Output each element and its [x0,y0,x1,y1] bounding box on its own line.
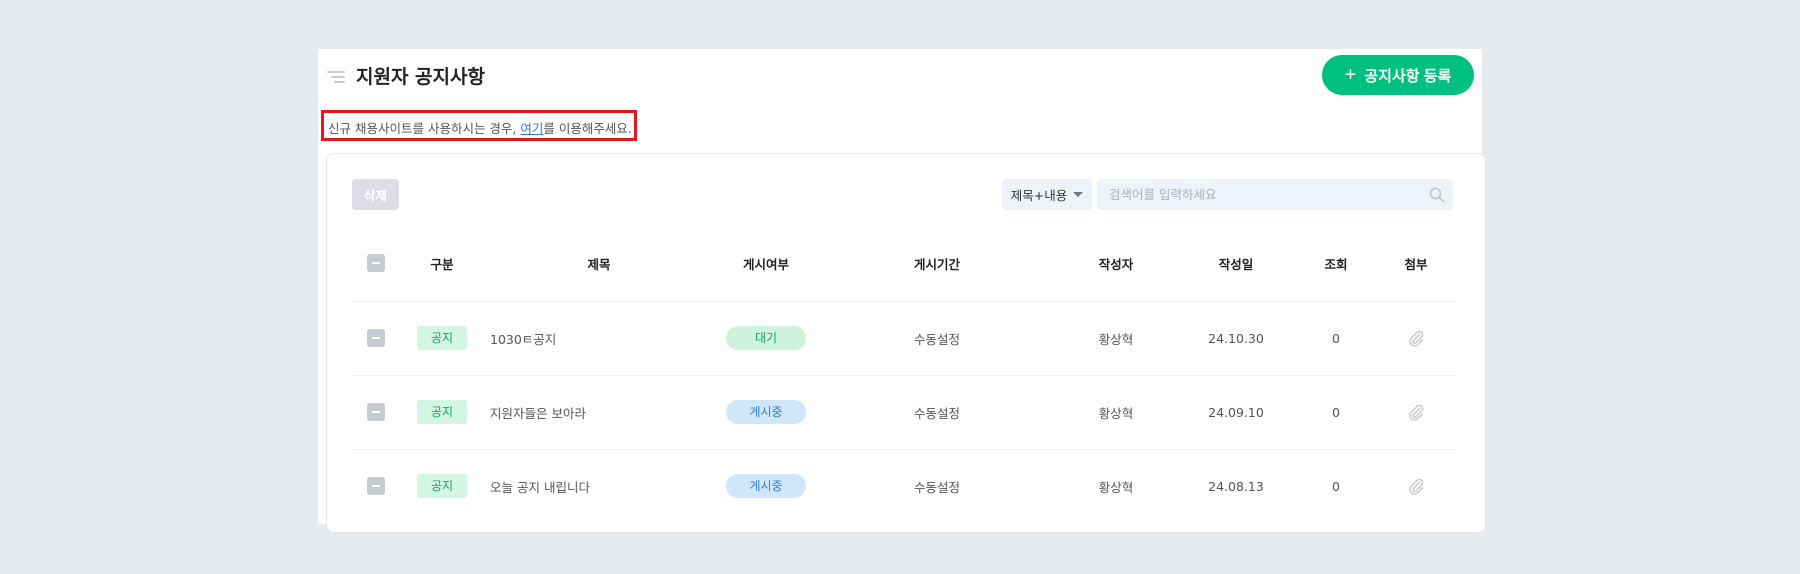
paperclip-icon[interactable] [1407,403,1425,421]
add-notice-button[interactable]: + 공지사항 등록 [1322,55,1474,95]
row-author: 황상혁 [1056,375,1176,450]
notice-table: 구분 제목 게시여부 게시기간 작성자 작성일 조회 첨부 공지 1030ㅌ공지… [352,226,1456,523]
row-checkbox[interactable] [367,403,385,421]
search-filter-select[interactable]: 제목+내용 [1002,179,1092,210]
table-row[interactable]: 공지 1030ㅌ공지 대기 수동설정 황상혁 24.10.30 0 [352,301,1456,376]
row-period: 수동설정 [818,301,1056,376]
row-checkbox[interactable] [367,477,385,496]
col-type: 구분 [400,226,484,302]
row-views: 0 [1332,478,1340,494]
select-all-checkbox[interactable] [367,254,385,273]
filter-value: 제목+내용 [1010,188,1068,203]
status-badge: 게시중 [726,400,806,424]
search-input[interactable] [1097,179,1453,210]
row-author: 황상혁 [1098,479,1134,495]
col-title: 제목 [484,226,714,302]
caret-down-icon [1073,192,1084,197]
col-attachment: 첨부 [1376,226,1456,302]
row-title[interactable]: 오늘 공지 내립니다 [484,449,714,523]
col-period: 게시기간 [818,226,1056,302]
row-views: 0 [1296,301,1376,376]
col-status: 게시여부 [714,226,818,302]
row-period: 수동설정 [818,375,1056,450]
type-badge: 공지 [417,400,467,424]
row-title[interactable]: 지원자들은 보아라 [484,375,714,450]
row-period: 수동설정 [913,479,960,495]
status-badge: 게시중 [726,474,806,499]
row-date: 24.08.13 [1208,478,1264,494]
search-icon[interactable] [1429,187,1445,203]
paperclip-icon[interactable] [1407,477,1425,495]
type-badge: 공지 [417,474,467,499]
add-notice-label: 공지사항 등록 [1364,67,1452,85]
type-badge: 공지 [417,326,467,350]
menu-lines-icon [327,71,345,85]
row-views: 0 [1296,375,1376,450]
row-date: 24.10.30 [1176,301,1296,376]
row-author: 황상혁 [1056,301,1176,376]
delete-button[interactable]: 삭제 [352,179,399,210]
notice-link[interactable]: 여기 [520,121,543,136]
row-title[interactable]: 1030ㅌ공지 [484,301,714,376]
row-checkbox[interactable] [367,329,385,347]
table-row[interactable]: 공지 지원자들은 보아라 게시중 수동설정 황상혁 24.09.10 0 [352,375,1456,450]
paperclip-icon[interactable] [1407,329,1425,347]
page-title: 지원자 공지사항 [356,66,485,88]
plus-icon: + [1344,63,1357,86]
notice-message: 신규 채용사이트를 사용하시는 경우, 여기를 이용해주세요. [321,110,637,141]
table-header: 구분 제목 게시여부 게시기간 작성자 작성일 조회 첨부 [352,226,1456,302]
table-row[interactable]: 공지 오늘 공지 내립니다 게시중 수동설정 황상혁 24.08.13 0 [352,449,1456,523]
col-author: 작성자 [1056,226,1176,302]
notice-text-end: 를 이용해주세요. [543,121,632,136]
row-date: 24.09.10 [1176,375,1296,450]
status-badge: 대기 [726,326,806,350]
notice-text: 신규 채용사이트를 사용하시는 경우, [328,121,521,136]
col-date: 작성일 [1176,226,1296,302]
col-views: 조회 [1296,226,1376,302]
